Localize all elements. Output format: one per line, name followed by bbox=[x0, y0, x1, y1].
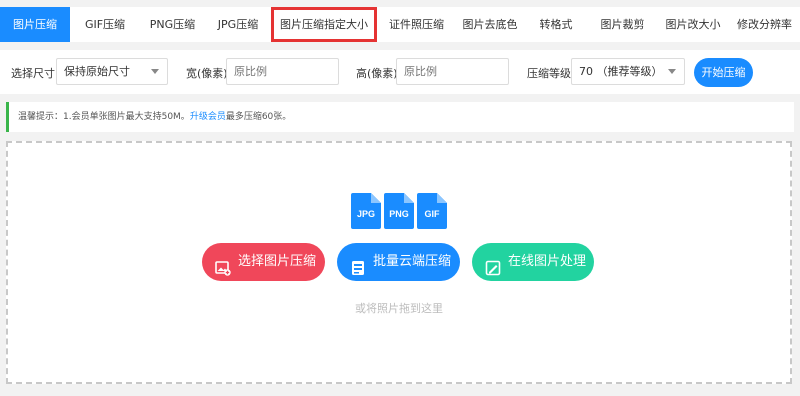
file-type-icons: JPG PNG GIF bbox=[351, 193, 447, 229]
tab-id-photo-compress[interactable]: 证件照压缩 bbox=[377, 7, 456, 42]
tab-image-compress[interactable]: 图片压缩 bbox=[0, 7, 70, 42]
start-compress-button[interactable]: 开始压缩 bbox=[694, 58, 753, 87]
online-image-process-label: 在线图片处理 bbox=[508, 254, 587, 269]
gif-file-label: GIF bbox=[424, 209, 440, 219]
settings-toolbar: 选择尺寸 保持原始尺寸 宽(像素) 高(像素) 压缩等级 70 （推荐等级） 开… bbox=[0, 50, 800, 94]
width-label: 宽(像素) bbox=[186, 67, 228, 80]
height-label: 高(像素) bbox=[356, 67, 398, 80]
upgrade-member-link[interactable]: 升级会员 bbox=[190, 112, 226, 122]
batch-cloud-compress-label: 批量云端压缩 bbox=[373, 254, 452, 269]
select-image-button[interactable]: 选择图片压缩 bbox=[202, 243, 325, 281]
chevron-down-icon bbox=[668, 69, 676, 74]
tab-gif-compress[interactable]: GIF压缩 bbox=[70, 7, 140, 42]
online-image-process-button[interactable]: 在线图片处理 bbox=[472, 243, 594, 281]
tab-jpg-compress[interactable]: JPG压缩 bbox=[205, 7, 271, 42]
tip-banner: 温馨提示：1.会员单张图片最大支持50M。升级会员最多压缩60张。 bbox=[6, 102, 794, 132]
level-select-value: 70 （推荐等级） bbox=[579, 65, 663, 78]
batch-cloud-compress-button[interactable]: 批量云端压缩 bbox=[337, 243, 460, 281]
size-label: 选择尺寸 bbox=[11, 67, 55, 80]
tool-tabs: 图片压缩 GIF压缩 PNG压缩 JPG压缩 图片压缩指定大小 证件照压缩 图片… bbox=[0, 7, 800, 42]
tab-change-resolution[interactable]: 修改分辨率 bbox=[729, 7, 800, 42]
png-file-icon: PNG bbox=[384, 193, 414, 229]
jpg-file-icon: JPG bbox=[351, 193, 381, 229]
tip-text: 温馨提示：1.会员单张图片最大支持50M。 bbox=[18, 112, 190, 122]
size-select[interactable]: 保持原始尺寸 bbox=[56, 58, 168, 85]
cloud-upload-icon bbox=[350, 254, 366, 275]
width-input[interactable] bbox=[226, 58, 339, 85]
tab-image-resize[interactable]: 图片改大小 bbox=[657, 7, 729, 42]
tab-image-crop[interactable]: 图片裁剪 bbox=[588, 7, 657, 42]
jpg-file-label: JPG bbox=[356, 209, 375, 219]
tab-convert-format[interactable]: 转格式 bbox=[524, 7, 588, 42]
height-input[interactable] bbox=[396, 58, 509, 85]
tab-compress-to-size[interactable]: 图片压缩指定大小 bbox=[271, 7, 377, 42]
level-select[interactable]: 70 （推荐等级） bbox=[571, 58, 685, 85]
chevron-down-icon bbox=[151, 69, 159, 74]
level-label: 压缩等级 bbox=[527, 67, 571, 80]
png-file-label: PNG bbox=[389, 209, 409, 219]
drop-zone[interactable]: JPG PNG GIF 选择图片压缩 批量云端压缩 在线图片处理 或将照片拖到这… bbox=[6, 141, 792, 384]
drop-hint: 或将照片拖到这里 bbox=[355, 302, 443, 315]
tip-suffix: 最多压缩60张。 bbox=[225, 112, 292, 122]
select-image-label: 选择图片压缩 bbox=[238, 254, 317, 269]
size-select-value: 保持原始尺寸 bbox=[64, 65, 130, 78]
tab-png-compress[interactable]: PNG压缩 bbox=[140, 7, 205, 42]
image-edit-icon bbox=[485, 254, 501, 276]
tab-remove-background[interactable]: 图片去底色 bbox=[456, 7, 524, 42]
gif-file-icon: GIF bbox=[417, 193, 447, 229]
image-add-icon bbox=[215, 254, 231, 276]
